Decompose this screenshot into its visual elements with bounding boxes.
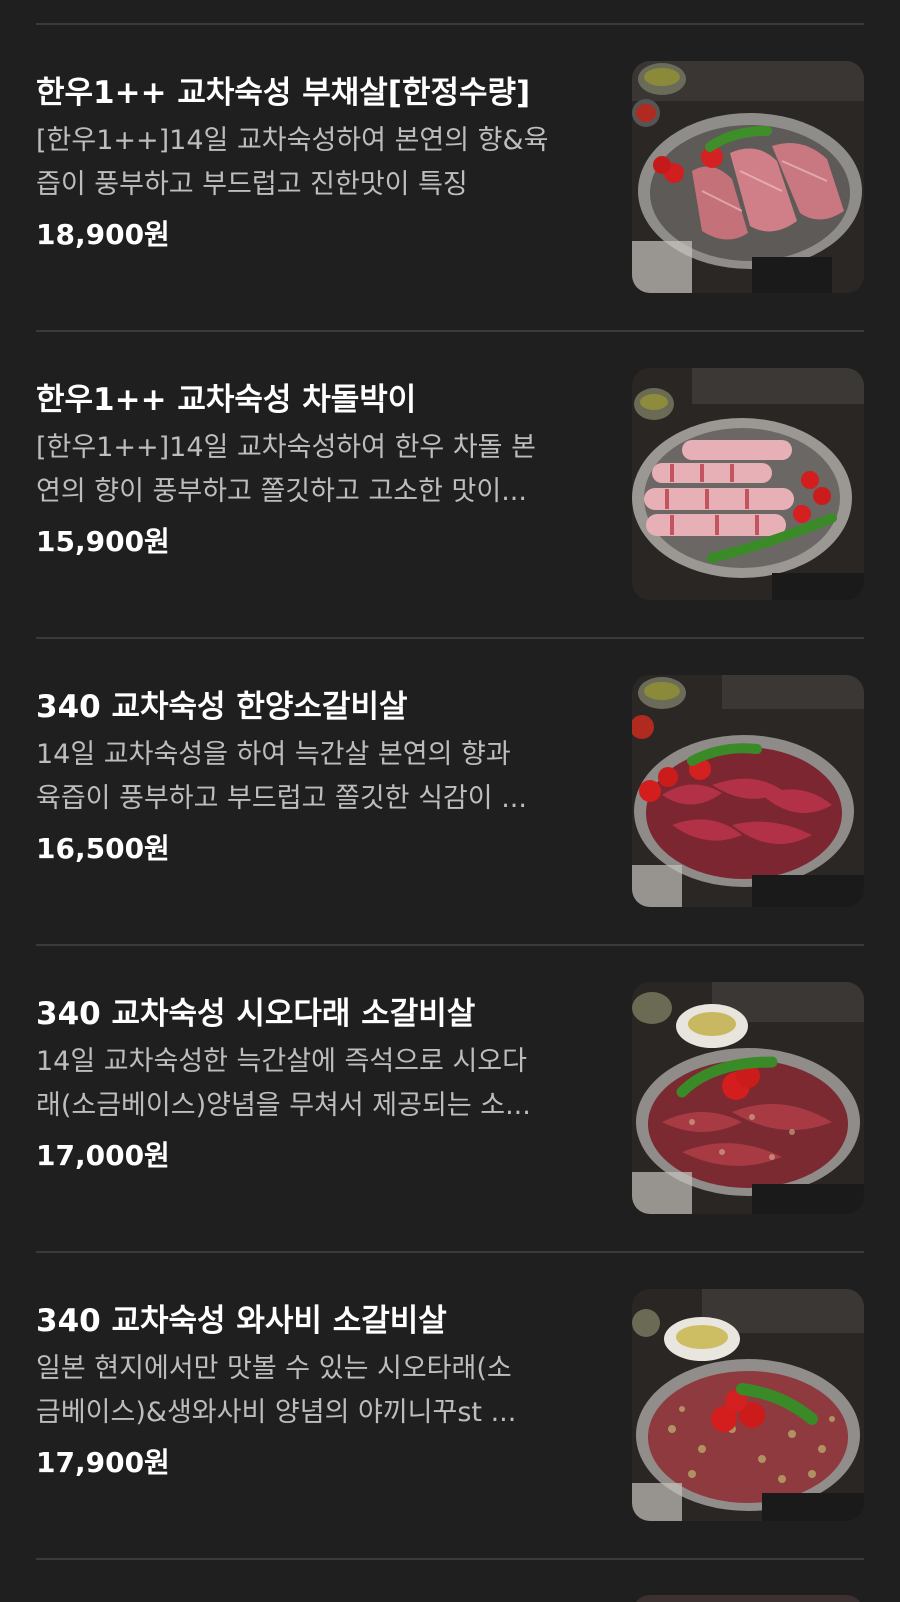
menu-item-price: 18,900원 — [36, 218, 170, 251]
description-line: [한우1++]14일 교차숙성하여 본연의 향&육 — [36, 125, 549, 156]
menu-item-title: 한우1++ 교차숙성 차돌박이 — [36, 382, 417, 418]
description-line: 14일 교차숙성한 늑간살에 즉석으로 시오다 — [36, 1046, 527, 1077]
description-line: 즙이 풍부하고 부드럽고 진한맛이 특징 — [36, 169, 468, 200]
menu-item-short-rib[interactable]: 340 교차숙성 한양소갈비살 14일 교차숙성을 하여 늑간살 본연의 향과 … — [0, 639, 900, 946]
description-line: [한우1++]14일 교차숙성하여 한우 차돌 본 — [36, 432, 536, 463]
menu-item-price: 17,000원 — [36, 1139, 170, 1172]
description-line: 14일 교차숙성을 하여 늑간살 본연의 향과 — [36, 739, 511, 770]
next-item-photo-peek[interactable] — [632, 1595, 864, 1602]
menu-item-title: 한우1++ 교차숙성 부채살[한정수량] — [36, 75, 531, 111]
description-line: 연의 향이 풍부하고 쫄깃하고 고소한 맛이... — [36, 476, 527, 507]
divider — [36, 1558, 864, 1560]
menu-item-text: 한우1++ 교차숙성 차돌박이 [한우1++]14일 교차숙성하여 한우 차돌 … — [36, 378, 596, 562]
description-line: 일본 현지에서만 맛볼 수 있는 시오타래(소 — [36, 1353, 512, 1384]
menu-item-shiodare-rib[interactable]: 340 교차숙성 시오다래 소갈비살 14일 교차숙성한 늑간살에 즉석으로 시… — [0, 946, 900, 1253]
menu-item-description: [한우1++]14일 교차숙성하여 본연의 향&육 즙이 풍부하고 부드럽고 진… — [36, 119, 596, 207]
menu-item-title: 340 교차숙성 와사비 소갈비살 — [36, 1303, 447, 1339]
menu-item-description: 일본 현지에서만 맛볼 수 있는 시오타래(소 금베이스)&생와사비 양념의 야… — [36, 1347, 596, 1435]
menu-item-text: 340 교차숙성 한양소갈비살 14일 교차숙성을 하여 늑간살 본연의 향과 … — [36, 685, 596, 869]
menu-item-price: 17,900원 — [36, 1446, 170, 1479]
menu-item-text: 340 교차숙성 시오다래 소갈비살 14일 교차숙성한 늑간살에 즉석으로 시… — [36, 992, 596, 1176]
description-line: 래(소금베이스)양념을 무쳐서 제공되는 소... — [36, 1090, 531, 1121]
menu-item-text: 340 교차숙성 와사비 소갈비살 일본 현지에서만 맛볼 수 있는 시오타래(… — [36, 1299, 596, 1483]
menu-item-title: 340 교차숙성 한양소갈비살 — [36, 689, 408, 725]
menu-item-description: [한우1++]14일 교차숙성하여 한우 차돌 본 연의 향이 풍부하고 쫄깃하… — [36, 426, 596, 514]
flat-iron-steak-photo[interactable] — [632, 61, 864, 293]
shiodare-rib-photo[interactable] — [632, 982, 864, 1214]
menu-item-text: 한우1++ 교차숙성 부채살[한정수량] [한우1++]14일 교차숙성하여 본… — [36, 71, 596, 255]
description-line: 금베이스)&생와사비 양념의 야끼니꾸st ... — [36, 1397, 517, 1428]
menu-item-wasabi-rib[interactable]: 340 교차숙성 와사비 소갈비살 일본 현지에서만 맛볼 수 있는 시오타래(… — [0, 1253, 900, 1560]
menu-item-description: 14일 교차숙성을 하여 늑간살 본연의 향과 육즙이 풍부하고 부드럽고 쫄깃… — [36, 733, 596, 821]
short-rib-photo[interactable] — [632, 675, 864, 907]
menu-item-price: 15,900원 — [36, 525, 170, 558]
menu-item-brisket[interactable]: 한우1++ 교차숙성 차돌박이 [한우1++]14일 교차숙성하여 한우 차돌 … — [0, 332, 900, 639]
menu-item-flat-iron[interactable]: 한우1++ 교차숙성 부채살[한정수량] [한우1++]14일 교차숙성하여 본… — [0, 25, 900, 332]
menu-item-price: 16,500원 — [36, 832, 170, 865]
brisket-rolls-photo[interactable] — [632, 368, 864, 600]
wasabi-rib-photo[interactable] — [632, 1289, 864, 1521]
menu-item-description: 14일 교차숙성한 늑간살에 즉석으로 시오다 래(소금베이스)양념을 무쳐서 … — [36, 1040, 596, 1128]
menu-item-title: 340 교차숙성 시오다래 소갈비살 — [36, 996, 476, 1032]
menu-list: 한우1++ 교차숙성 부채살[한정수량] [한우1++]14일 교차숙성하여 본… — [0, 0, 900, 1602]
description-line: 육즙이 풍부하고 부드럽고 쫄깃한 식감이 ... — [36, 783, 527, 814]
